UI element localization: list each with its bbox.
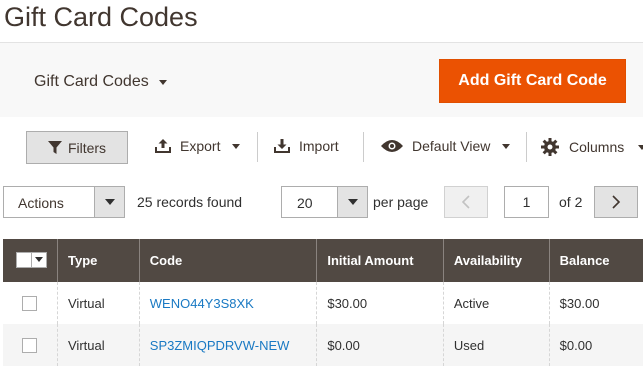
chevron-down-icon	[337, 187, 367, 217]
column-header-initial-amount[interactable]: Initial Amount	[316, 239, 444, 282]
mass-select-dropdown[interactable]	[16, 251, 47, 268]
import-button[interactable]: Import	[273, 138, 339, 154]
eye-icon	[381, 140, 403, 152]
row-select-cell	[3, 282, 58, 324]
balance-cell: $0.00	[548, 324, 643, 366]
actions-label: Actions	[18, 195, 64, 211]
mass-actions-dropdown[interactable]: Actions	[3, 186, 125, 218]
code-link[interactable]: WENO44Y3S8XK	[150, 296, 254, 311]
column-header-balance[interactable]: Balance	[548, 239, 643, 282]
initial-amount-cell: $30.00	[316, 282, 444, 324]
table-row[interactable]: Virtual WENO44Y3S8XK $30.00 Active $30.0…	[3, 282, 643, 324]
column-header-availability[interactable]: Availability	[442, 239, 550, 282]
chevron-down-icon	[31, 252, 46, 267]
columns-label: Columns	[569, 139, 625, 155]
availability-cell: Used	[442, 324, 550, 366]
grid-controls: Actions 25 records found 20 per page of …	[0, 184, 643, 220]
code-link[interactable]: SP3ZMIQPDRVW-NEW	[150, 338, 290, 353]
select-all-checkbox[interactable]	[17, 253, 31, 267]
availability-cell: Active	[442, 282, 550, 324]
total-pages-label: of 2	[559, 194, 583, 210]
per-page-label: per page	[373, 194, 429, 210]
column-header-type[interactable]: Type	[57, 239, 140, 282]
export-dropdown[interactable]: Export	[154, 138, 241, 154]
previous-page-button[interactable]	[444, 186, 488, 218]
row-select-cell	[3, 324, 58, 366]
chevron-left-icon	[461, 195, 470, 209]
filter-icon	[47, 140, 62, 154]
code-cell: WENO44Y3S8XK	[138, 282, 317, 324]
toolbar-divider	[363, 132, 364, 162]
store-switcher-dropdown[interactable]: Gift Card Codes	[34, 73, 167, 91]
export-icon	[155, 139, 171, 153]
page-actions-bar: Gift Card Codes Add Gift Card Code	[0, 42, 643, 117]
add-gift-card-code-button[interactable]: Add Gift Card Code	[439, 59, 626, 103]
toolbar-divider	[257, 132, 258, 162]
per-page-select[interactable]: 20	[281, 186, 368, 218]
filters-label: Filters	[67, 139, 107, 156]
mass-select-column-header	[3, 239, 58, 282]
chevron-down-icon	[502, 143, 511, 149]
records-count: 25 records found	[137, 194, 243, 210]
export-label: Export	[180, 138, 221, 154]
store-switcher-label: Gift Card Codes	[34, 73, 149, 90]
filters-button[interactable]: Filters	[26, 131, 128, 164]
type-cell: Virtual	[57, 324, 140, 366]
chevron-right-icon	[612, 195, 621, 209]
code-cell: SP3ZMIQPDRVW-NEW	[138, 324, 317, 366]
initial-amount-cell: $0.00	[316, 324, 444, 366]
per-page-value: 20	[297, 195, 313, 211]
next-page-button[interactable]	[594, 186, 638, 218]
chevron-down-icon	[232, 143, 241, 149]
gift-card-codes-table: Type Code Initial Amount Availability Ba…	[3, 239, 643, 366]
table-header-row: Type Code Initial Amount Availability Ba…	[3, 239, 643, 282]
row-checkbox[interactable]	[22, 338, 37, 354]
view-switcher-dropdown[interactable]: Default View	[380, 138, 511, 154]
chevron-down-icon	[94, 187, 124, 217]
current-page-input[interactable]	[504, 186, 549, 218]
column-header-code[interactable]: Code	[138, 239, 317, 282]
chevron-down-icon	[638, 144, 643, 150]
chevron-down-icon	[158, 79, 167, 85]
type-cell: Virtual	[57, 282, 140, 324]
balance-cell: $30.00	[548, 282, 643, 324]
table-row[interactable]: Virtual SP3ZMIQPDRVW-NEW $0.00 Used $0.0…	[3, 324, 643, 366]
page-title: Gift Card Codes	[4, 2, 198, 32]
toolbar-divider	[526, 132, 527, 162]
import-label: Import	[299, 138, 339, 154]
row-checkbox[interactable]	[22, 296, 37, 312]
columns-dropdown[interactable]: Columns	[541, 138, 643, 156]
view-label: Default View	[412, 138, 491, 154]
grid-toolbar: Filters Export Import Default View Colum…	[0, 124, 643, 172]
import-icon	[274, 139, 290, 153]
gear-icon	[541, 138, 559, 156]
